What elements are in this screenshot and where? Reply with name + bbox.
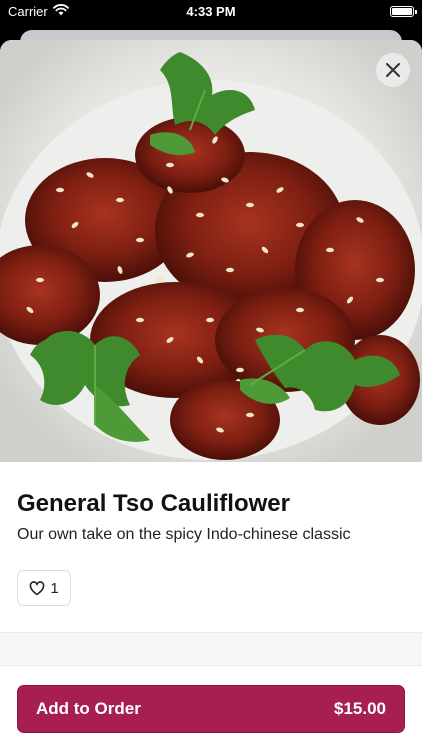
item-title: General Tso Cauliflower — [17, 490, 290, 517]
status-time: 4:33 PM — [186, 4, 236, 19]
close-icon — [386, 63, 400, 77]
order-footer: Add to Order $15.00 — [0, 666, 422, 750]
heart-icon — [30, 580, 45, 595]
item-details: General Tso Cauliflower Our own take on … — [0, 462, 422, 632]
section-divider — [0, 632, 422, 666]
add-to-order-button[interactable]: Add to Order $15.00 — [17, 685, 405, 733]
item-price: $15.00 — [334, 699, 386, 718]
item-description: Our own take on the spicy Indo-chinese c… — [17, 526, 351, 543]
close-button[interactable] — [376, 53, 410, 87]
item-photo — [0, 40, 422, 462]
like-button[interactable]: 1 — [17, 570, 71, 606]
status-bar: Carrier 4:33 PM — [0, 0, 422, 24]
like-count: 1 — [50, 579, 59, 597]
add-to-order-label: Add to Order — [36, 699, 141, 718]
battery-icon — [390, 6, 417, 17]
item-detail-sheet: General Tso Cauliflower Our own take on … — [0, 40, 422, 750]
